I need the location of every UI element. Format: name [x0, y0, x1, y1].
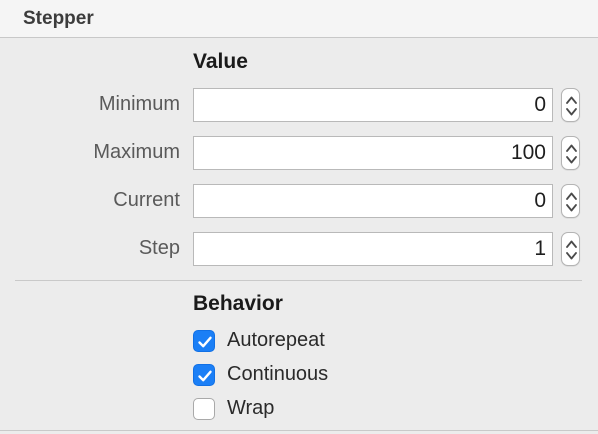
up-down-chevrons-icon — [566, 240, 577, 260]
behavior-section-title: Behavior — [193, 292, 283, 315]
step-label: Step — [138, 237, 180, 259]
panel-bottom-border — [0, 430, 598, 431]
minimum-label: Minimum — [98, 93, 180, 115]
current-field[interactable] — [193, 184, 553, 218]
minimum-field[interactable] — [193, 88, 553, 122]
up-down-chevrons-icon — [566, 192, 577, 212]
maximum-stepper[interactable] — [561, 136, 580, 170]
checkmark-icon — [198, 336, 212, 348]
minimum-stepper[interactable] — [561, 88, 580, 122]
step-stepper[interactable] — [561, 232, 580, 266]
current-stepper[interactable] — [561, 184, 580, 218]
autorepeat-checkbox[interactable] — [193, 330, 215, 352]
inspector-title: Stepper — [23, 8, 94, 29]
maximum-field[interactable] — [193, 136, 553, 170]
wrap-checkbox[interactable] — [193, 398, 215, 420]
section-divider — [15, 280, 582, 281]
step-field[interactable] — [193, 232, 553, 266]
continuous-checkbox[interactable] — [193, 364, 215, 386]
continuous-label[interactable]: Continuous — [227, 363, 328, 386]
up-down-chevrons-icon — [566, 144, 577, 164]
inspector-header[interactable]: Stepper — [0, 0, 598, 38]
maximum-label: Maximum — [93, 141, 180, 163]
checkmark-icon — [198, 370, 212, 382]
autorepeat-label[interactable]: Autorepeat — [227, 329, 325, 352]
wrap-label[interactable]: Wrap — [227, 397, 274, 420]
value-section-title: Value — [193, 50, 248, 73]
current-label: Current — [113, 189, 180, 211]
up-down-chevrons-icon — [566, 96, 577, 116]
